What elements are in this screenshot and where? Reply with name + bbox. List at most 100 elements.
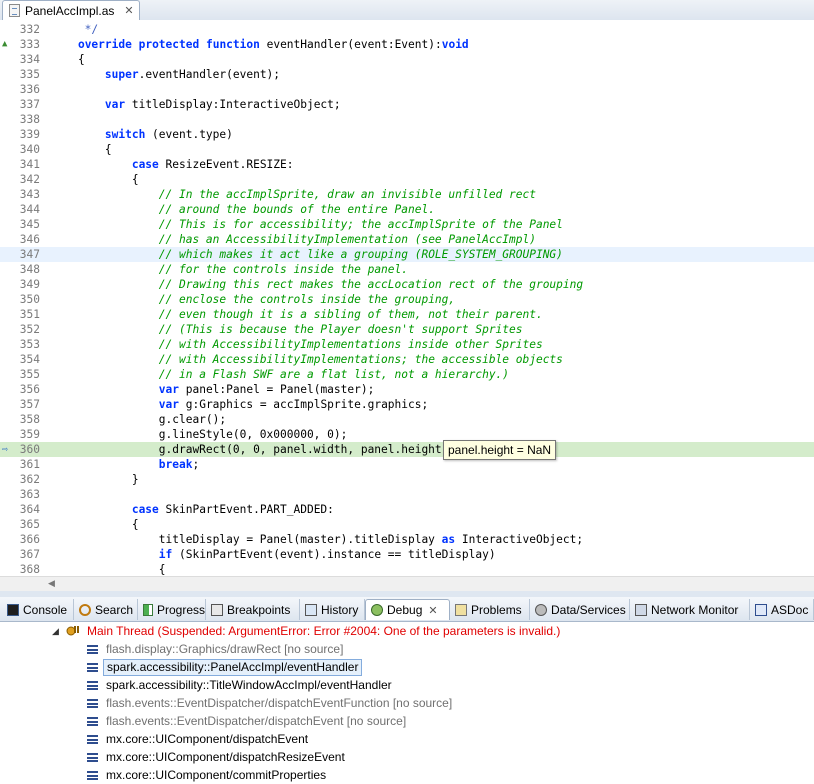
code-line[interactable]: 353 // with AccessibilityImplementations…: [0, 337, 814, 352]
code-text[interactable]: // enclose the controls inside the group…: [51, 292, 455, 307]
line-number[interactable]: 353: [0, 337, 40, 352]
scroll-left-icon[interactable]: ◀: [48, 578, 55, 589]
code-line[interactable]: 337 var titleDisplay:InteractiveObject;: [0, 97, 814, 112]
override-marker-icon[interactable]: ▲: [2, 37, 7, 52]
code-line[interactable]: 341 case ResizeEvent.RESIZE:: [0, 157, 814, 172]
code-line[interactable]: 332 */: [0, 22, 814, 37]
code-text[interactable]: // with AccessibilityImplementations ins…: [51, 337, 543, 352]
line-number[interactable]: 365: [0, 517, 40, 532]
code-line[interactable]: 348 // for the controls inside the panel…: [0, 262, 814, 277]
code-line[interactable]: 345 // This is for accessibility; the ac…: [0, 217, 814, 232]
code-line[interactable]: 367 if (SkinPartEvent(event).instance ==…: [0, 547, 814, 562]
code-text[interactable]: g.drawRect(0, 0, panel.width, panel.heig…: [51, 442, 455, 457]
stack-frame-label[interactable]: mx.core::UIComponent/dispatchEvent: [106, 731, 308, 748]
code-text[interactable]: // even though it is a sibling of them, …: [51, 307, 543, 322]
code-line[interactable]: 362 }: [0, 472, 814, 487]
code-text[interactable]: g.clear();: [51, 412, 226, 427]
code-line[interactable]: 363: [0, 487, 814, 502]
stack-frame-label[interactable]: flash.display::Graphics/drawRect [no sou…: [106, 641, 343, 658]
code-text[interactable]: g.lineStyle(0, 0x000000, 0);: [51, 427, 348, 442]
code-line[interactable]: 352 // (This is because the Player doesn…: [0, 322, 814, 337]
code-text[interactable]: // has an AccessibilityImplementation (s…: [51, 232, 536, 247]
code-line[interactable]: 334 {: [0, 52, 814, 67]
code-text[interactable]: {: [51, 172, 139, 187]
line-number[interactable]: 356: [0, 382, 40, 397]
code-line[interactable]: 356 var panel:Panel = Panel(master);: [0, 382, 814, 397]
view-tab-breakpoints[interactable]: Breakpoints: [206, 599, 300, 620]
line-number[interactable]: 364: [0, 502, 40, 517]
code-text[interactable]: {: [51, 142, 112, 157]
line-number[interactable]: 352: [0, 322, 40, 337]
line-number[interactable]: 334: [0, 52, 40, 67]
code-text[interactable]: // In the accImplSprite, draw an invisib…: [51, 187, 536, 202]
stack-frame-label[interactable]: flash.events::EventDispatcher/dispatchEv…: [106, 713, 406, 730]
code-line[interactable]: 350 // enclose the controls inside the g…: [0, 292, 814, 307]
code-text[interactable]: titleDisplay = Panel(master).titleDispla…: [51, 532, 583, 547]
stack-frame-row[interactable]: spark.accessibility::PanelAccImpl/eventH…: [0, 659, 814, 676]
line-number[interactable]: 345: [0, 217, 40, 232]
code-text[interactable]: {: [51, 517, 139, 532]
code-text[interactable]: */: [51, 22, 98, 37]
stack-frame-label[interactable]: flash.events::EventDispatcher/dispatchEv…: [106, 695, 452, 712]
code-line[interactable]: 342 {: [0, 172, 814, 187]
view-tab-history[interactable]: History: [300, 599, 365, 620]
debug-view[interactable]: ◢ Main Thread (Suspended: ArgumentError:…: [0, 622, 814, 784]
line-number[interactable]: 348: [0, 262, 40, 277]
code-line[interactable]: 360 ⇨ g.drawRect(0, 0, panel.width, panel…: [0, 442, 814, 457]
code-editor[interactable]: 332 */333 ▲ override protected function e…: [0, 20, 814, 576]
stack-frame-label[interactable]: mx.core::UIComponent/commitProperties: [106, 767, 326, 784]
line-number[interactable]: 354: [0, 352, 40, 367]
stack-frame-label[interactable]: spark.accessibility::PanelAccImpl/eventH…: [103, 659, 363, 676]
line-number[interactable]: 339: [0, 127, 40, 142]
code-text[interactable]: // for the controls inside the panel.: [51, 262, 408, 277]
line-number[interactable]: 332: [0, 22, 40, 37]
close-icon[interactable]: ✕: [124, 4, 133, 17]
stack-frame-row[interactable]: mx.core::UIComponent/commitProperties: [0, 767, 814, 784]
line-number[interactable]: 347: [0, 247, 40, 262]
line-number[interactable]: 366: [0, 532, 40, 547]
line-number[interactable]: 342: [0, 172, 40, 187]
editor-tab-panelaccimpl[interactable]: PanelAccImpl.as ✕: [2, 0, 140, 20]
code-text[interactable]: var titleDisplay:InteractiveObject;: [51, 97, 341, 112]
code-line[interactable]: 359 g.lineStyle(0, 0x000000, 0);: [0, 427, 814, 442]
code-line[interactable]: 357 var g:Graphics = accImplSprite.graph…: [0, 397, 814, 412]
code-text[interactable]: // in a Flash SWF are a flat list, not a…: [51, 367, 509, 382]
code-line[interactable]: 351 // even though it is a sibling of th…: [0, 307, 814, 322]
view-tab-search[interactable]: Search: [74, 599, 138, 620]
code-line[interactable]: 349 // Drawing this rect makes the accLo…: [0, 277, 814, 292]
code-text[interactable]: case SkinPartEvent.PART_ADDED:: [51, 502, 334, 517]
code-text[interactable]: override protected function eventHandler…: [51, 37, 469, 52]
line-number[interactable]: 358: [0, 412, 40, 427]
code-line[interactable]: 338: [0, 112, 814, 127]
code-text[interactable]: // with AccessibilityImplementations; th…: [51, 352, 563, 367]
stack-frame-row[interactable]: mx.core::UIComponent/dispatchResizeEvent: [0, 749, 814, 766]
horizontal-scrollbar[interactable]: ◀: [0, 576, 814, 592]
code-line[interactable]: 366 titleDisplay = Panel(master).titleDi…: [0, 532, 814, 547]
line-number[interactable]: 341: [0, 157, 40, 172]
view-tab-network-monitor[interactable]: Network Monitor: [630, 599, 750, 620]
code-line[interactable]: 368 {: [0, 562, 814, 576]
collapse-triangle-icon[interactable]: ◢: [52, 623, 59, 640]
line-number[interactable]: 338: [0, 112, 40, 127]
code-text[interactable]: case ResizeEvent.RESIZE:: [51, 157, 294, 172]
code-line[interactable]: 335 super.eventHandler(event);: [0, 67, 814, 82]
line-number[interactable]: 367: [0, 547, 40, 562]
line-number[interactable]: 343: [0, 187, 40, 202]
code-line[interactable]: 343 // In the accImplSprite, draw an inv…: [0, 187, 814, 202]
code-line[interactable]: 355 // in a Flash SWF are a flat list, n…: [0, 367, 814, 382]
line-number[interactable]: 368: [0, 562, 40, 576]
code-text[interactable]: super.eventHandler(event);: [51, 67, 280, 82]
line-number[interactable]: 336: [0, 82, 40, 97]
line-number[interactable]: 335: [0, 67, 40, 82]
line-number[interactable]: 351: [0, 307, 40, 322]
view-tab-debug[interactable]: Debug ✕: [365, 599, 450, 620]
code-text[interactable]: // which makes it act like a grouping (R…: [51, 247, 563, 262]
line-number[interactable]: 357: [0, 397, 40, 412]
view-tab-progress[interactable]: Progress: [138, 599, 206, 620]
code-line[interactable]: 347 // which makes it act like a groupin…: [0, 247, 814, 262]
code-text[interactable]: switch (event.type): [51, 127, 233, 142]
code-line[interactable]: 346 // has an AccessibilityImplementatio…: [0, 232, 814, 247]
line-number[interactable]: 362: [0, 472, 40, 487]
code-text[interactable]: var panel:Panel = Panel(master);: [51, 382, 375, 397]
view-tab-console[interactable]: Console: [2, 599, 74, 620]
